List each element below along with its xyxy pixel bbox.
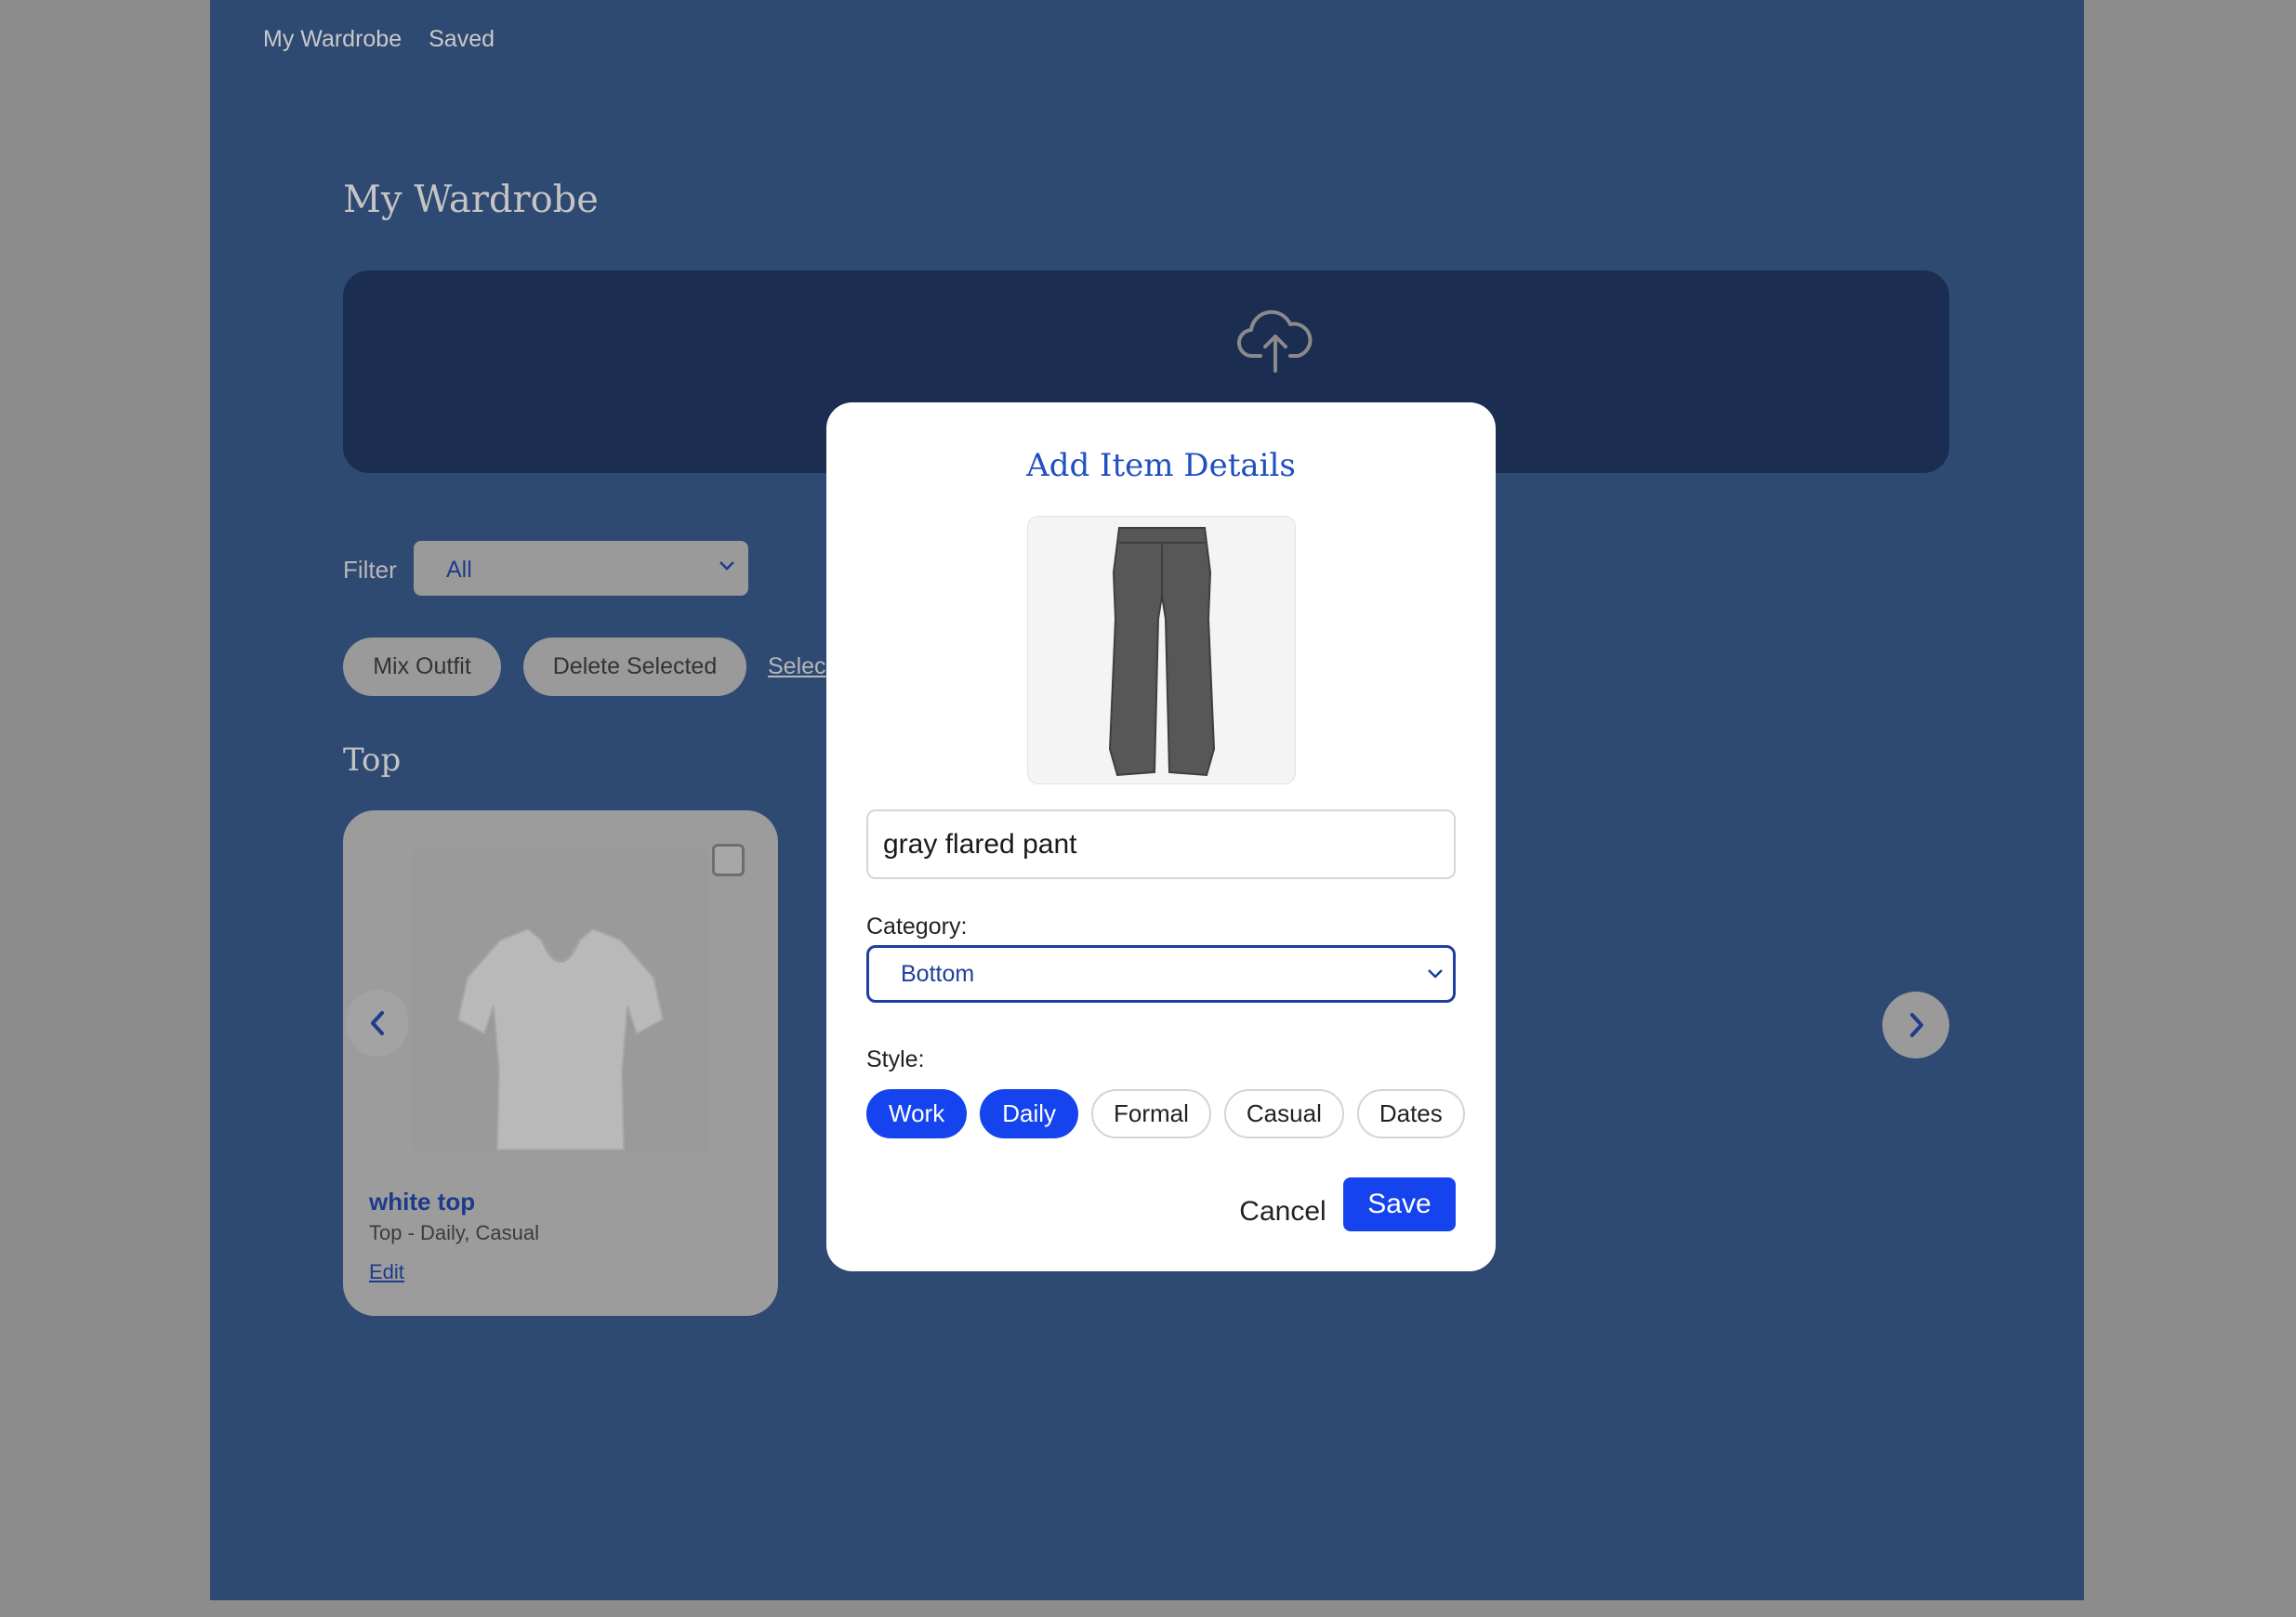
style-chip-daily[interactable]: Daily — [980, 1089, 1078, 1138]
style-chip-work[interactable]: Work — [866, 1089, 968, 1138]
chevron-down-icon — [719, 561, 734, 571]
filter-select[interactable]: All — [414, 541, 748, 596]
item-preview-image — [1027, 516, 1296, 784]
top-nav: My Wardrobe Saved — [263, 26, 495, 53]
style-chip-dates[interactable]: Dates — [1356, 1089, 1465, 1138]
modal-title: Add Item Details — [1026, 447, 1296, 484]
chevron-down-icon — [1428, 969, 1443, 979]
category-label: Category: — [866, 914, 968, 940]
card-edit-link[interactable]: Edit — [369, 1260, 404, 1284]
delete-selected-button[interactable]: Delete Selected — [523, 638, 746, 696]
select-link[interactable]: Selec — [768, 653, 827, 680]
mix-outfit-button[interactable]: Mix Outfit — [343, 638, 501, 696]
add-item-modal: Add Item Details Category: Bottom Style:… — [826, 402, 1496, 1271]
section-title-top: Top — [343, 742, 402, 779]
carousel-prev-button[interactable] — [347, 990, 408, 1057]
card-item-meta: Top - Daily, Casual — [369, 1221, 539, 1244]
style-label: Style: — [866, 1046, 925, 1072]
filter-label: Filter — [343, 556, 397, 584]
chevron-left-icon — [371, 1011, 384, 1035]
card-select-checkbox[interactable] — [712, 844, 745, 876]
card-item-name: white top — [369, 1188, 476, 1216]
cloud-upload-icon — [1236, 309, 1313, 373]
category-selected-value: Bottom — [901, 961, 975, 987]
wardrobe-item-card[interactable]: white top Top - Daily, Casual Edit — [343, 810, 778, 1316]
chevron-right-icon — [1910, 1013, 1923, 1037]
nav-link-my-wardrobe[interactable]: My Wardrobe — [263, 26, 402, 53]
style-chips: Work Daily Formal Casual Dates — [866, 1089, 1465, 1138]
style-chip-casual[interactable]: Casual — [1223, 1089, 1344, 1138]
page-title: My Wardrobe — [343, 178, 599, 221]
save-button[interactable]: Save — [1343, 1177, 1456, 1231]
category-select[interactable]: Bottom — [866, 945, 1456, 1003]
carousel-next-button[interactable] — [1882, 992, 1949, 1058]
nav-link-saved[interactable]: Saved — [429, 26, 495, 53]
cancel-button[interactable]: Cancel — [1232, 1185, 1334, 1239]
item-name-input[interactable] — [866, 809, 1456, 879]
style-chip-formal[interactable]: Formal — [1091, 1089, 1211, 1138]
filter-selected-value: All — [446, 557, 472, 583]
white-top-image — [412, 848, 709, 1154]
